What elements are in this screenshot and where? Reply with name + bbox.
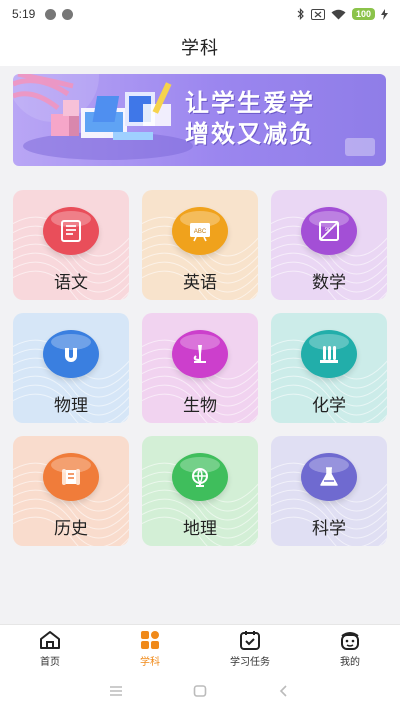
flask-icon	[301, 453, 357, 501]
home-icon	[40, 631, 60, 649]
abc-board-icon: ABC	[172, 207, 228, 255]
tab-subjects[interactable]: 学科	[100, 625, 200, 671]
microscope-icon	[172, 330, 228, 378]
status-time: 5:19	[12, 7, 36, 21]
promo-banner[interactable]: 让学生爱学 增效又减负	[13, 74, 386, 166]
subject-label: 英语	[183, 273, 217, 293]
sim-off-icon	[310, 8, 325, 20]
charging-icon	[381, 8, 388, 20]
home-button-icon[interactable]	[193, 685, 207, 697]
banner-slogan: 让学生爱学 增效又减负	[185, 88, 315, 150]
subject-card[interactable]: 科学	[271, 436, 387, 546]
system-nav-bar	[0, 671, 400, 711]
magnet-icon	[43, 330, 99, 378]
subject-card[interactable]: 地理	[142, 436, 258, 546]
subject-card[interactable]: 语文	[13, 190, 129, 300]
bluetooth-icon	[297, 8, 304, 20]
notification-icon	[62, 8, 74, 20]
subject-label: 生物	[183, 396, 217, 416]
grid-icon	[141, 631, 159, 649]
scroll-icon	[43, 453, 99, 501]
tab-label: 我的	[340, 657, 360, 668]
subject-card[interactable]: ABC 英语	[142, 190, 258, 300]
bottom-tab-bar: 首页 学科 学习任务 我的	[0, 624, 400, 671]
wifi-icon	[331, 9, 346, 19]
globe-icon	[172, 453, 228, 501]
back-icon[interactable]	[277, 685, 291, 697]
subject-card[interactable]: 生物	[142, 313, 258, 423]
tab-home[interactable]: 首页	[0, 625, 100, 671]
tab-label: 首页	[40, 657, 60, 668]
protractor-icon: 90°	[301, 207, 357, 255]
subject-label: 语文	[54, 273, 88, 293]
profile-face-icon	[341, 632, 359, 650]
menu-icon[interactable]	[109, 685, 123, 697]
page-title-bar: 学科	[0, 28, 400, 66]
test-tubes-icon	[301, 330, 357, 378]
subject-label: 物理	[54, 396, 88, 416]
notification-icon	[45, 8, 57, 20]
subject-label: 数学	[312, 273, 346, 293]
subject-grid: 语文 ABC 英语 90° 数学物理 生物 化学历史 地理 科学	[13, 190, 387, 546]
subject-label: 科学	[312, 519, 346, 539]
tab-label: 学科	[140, 657, 160, 668]
subject-card[interactable]: 物理	[13, 313, 129, 423]
subject-label: 化学	[312, 396, 346, 416]
tab-profile[interactable]: 我的	[300, 625, 400, 671]
subject-label: 历史	[54, 519, 88, 539]
book-icon	[43, 207, 99, 255]
battery-icon: 100	[351, 8, 375, 20]
subject-card[interactable]: 90° 数学	[271, 190, 387, 300]
status-icons: 100	[297, 8, 388, 20]
svg-text:90°: 90°	[325, 227, 333, 233]
subject-card[interactable]: 化学	[271, 313, 387, 423]
svg-text:ABC: ABC	[194, 229, 207, 235]
status-bar: 5:19 100	[0, 0, 400, 28]
tab-study-tasks[interactable]: 学习任务	[200, 625, 300, 671]
subject-card[interactable]: 历史	[13, 436, 129, 546]
tab-label: 学习任务	[230, 657, 270, 668]
calendar-check-icon	[240, 631, 260, 650]
banner-line-2: 增效又减负	[185, 120, 315, 148]
banner-line-1: 让学生爱学	[185, 89, 315, 117]
page-title: 学科	[181, 38, 219, 59]
subject-label: 地理	[183, 519, 217, 539]
